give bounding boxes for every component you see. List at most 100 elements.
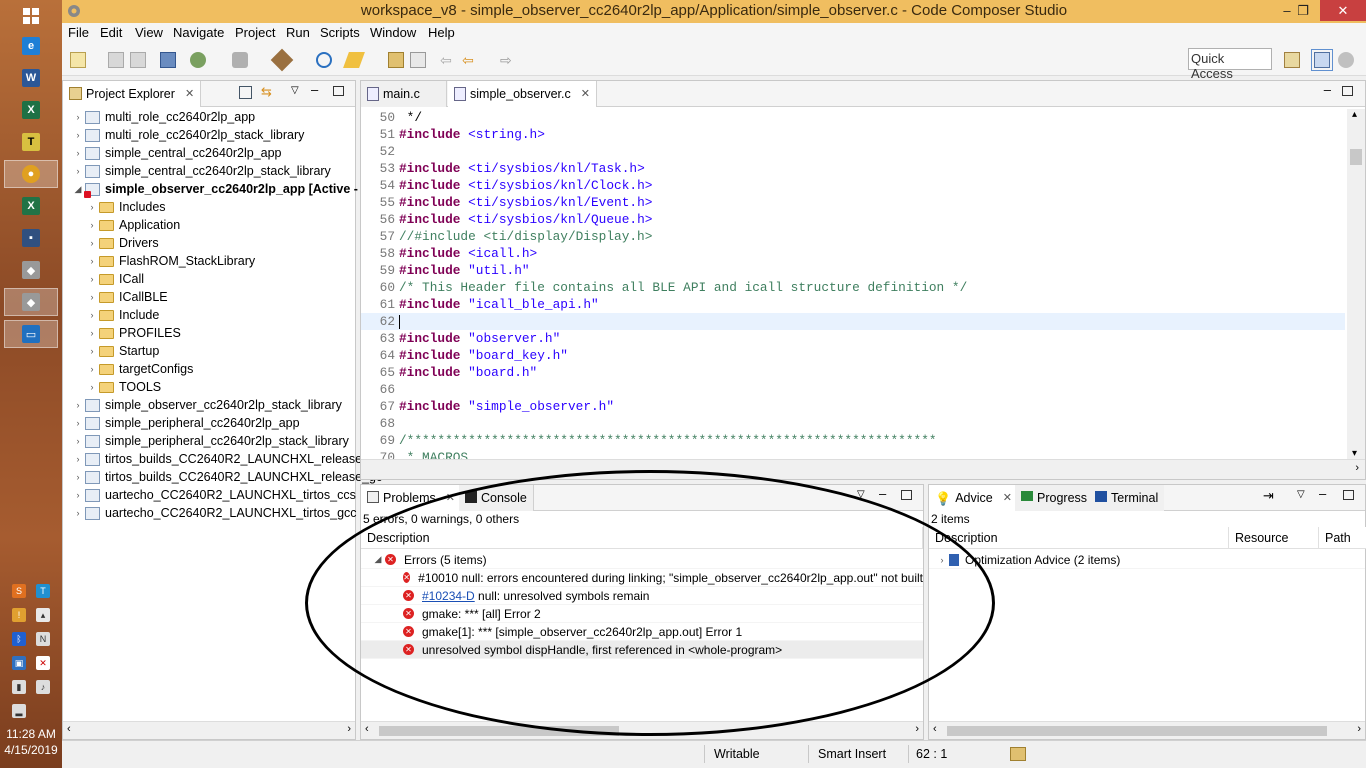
code-line[interactable]: 51 #include <string.h> xyxy=(361,126,1345,143)
scroll-left-icon[interactable]: ‹ xyxy=(365,723,369,735)
collapse-all-icon[interactable] xyxy=(239,86,252,99)
menu-view[interactable]: View xyxy=(135,25,163,40)
pin-view-icon[interactable]: ⇥ xyxy=(1263,488,1274,504)
collapsed-arrow-icon[interactable]: › xyxy=(85,310,99,320)
maximize-view-icon[interactable] xyxy=(333,86,344,96)
problem-row[interactable]: ✕ unresolved symbol dispHandle, first ref… xyxy=(361,641,923,659)
battery-icon[interactable]: ▮ xyxy=(12,680,26,694)
problem-row[interactable]: ✕ #10010 null: errors encountered during … xyxy=(361,569,923,587)
folder-item[interactable]: › targetConfigs xyxy=(63,360,194,378)
scroll-left-icon[interactable]: ‹ xyxy=(67,723,71,735)
maximize-view-icon[interactable] xyxy=(1342,86,1353,96)
collapsed-arrow-icon[interactable]: › xyxy=(85,292,99,302)
taskbar-clock[interactable]: 11:28 AM 4/15/2019 xyxy=(0,726,62,758)
save-icon[interactable] xyxy=(108,52,124,68)
new-icon[interactable] xyxy=(70,52,86,68)
code-line[interactable]: 61 #include "icall_ble_api.h" xyxy=(361,296,1345,313)
ccs-edit-perspective-icon[interactable] xyxy=(1311,49,1333,71)
menu-scripts[interactable]: Scripts xyxy=(320,25,360,40)
volume-icon[interactable]: ♪ xyxy=(36,680,50,694)
terminal-view-icon[interactable] xyxy=(160,52,176,68)
code-line[interactable]: 70 * MACROS xyxy=(361,449,1345,459)
collapsed-arrow-icon[interactable]: › xyxy=(71,472,85,482)
tab-terminal[interactable]: Terminal xyxy=(1089,485,1165,511)
scroll-left-icon[interactable]: ‹ xyxy=(933,723,937,735)
collapsed-arrow-icon[interactable]: › xyxy=(85,328,99,338)
scroll-right-icon[interactable]: › xyxy=(1355,462,1359,474)
column-resource[interactable]: Resource xyxy=(1229,527,1319,549)
scroll-up-icon[interactable]: ▴ xyxy=(1352,109,1357,120)
close-icon[interactable]: ✕ xyxy=(185,87,194,100)
taskbar-excel-button[interactable]: X xyxy=(4,192,58,220)
project-item[interactable]: › simple_observer_cc2640r2lp_stack_librar… xyxy=(63,396,342,414)
save-all-icon[interactable] xyxy=(130,52,146,68)
tab-problems[interactable]: Problems ✕ xyxy=(361,485,463,511)
problem-row[interactable]: ✕ #10234-D null: unresolved symbols remai… xyxy=(361,587,923,605)
collapsed-arrow-icon[interactable]: › xyxy=(71,130,85,140)
open-perspective-icon[interactable] xyxy=(1284,52,1300,68)
taskbar-terminal-button[interactable]: ▪ xyxy=(4,224,58,252)
view-menu-icon[interactable]: ▽ xyxy=(1297,489,1305,500)
menu-project[interactable]: Project xyxy=(235,25,275,40)
project-item[interactable]: › simple_central_cc2640r2lp_app xyxy=(63,144,282,162)
search-icon[interactable] xyxy=(316,52,332,68)
problem-row[interactable]: ✕ gmake: *** [all] Error 2 xyxy=(361,605,923,623)
start-button[interactable] xyxy=(4,2,58,30)
project-item[interactable]: › multi_role_cc2640r2lp_app xyxy=(63,108,256,126)
tab-progress[interactable]: Progress xyxy=(1015,485,1094,511)
folder-item[interactable]: › FlashROM_StackLibrary xyxy=(63,252,256,270)
advice-row[interactable]: › Optimization Advice (2 items) xyxy=(929,551,1365,569)
build-hammer-icon[interactable] xyxy=(270,48,294,72)
code-line[interactable]: 52 xyxy=(361,143,1345,160)
problems-hscroll[interactable]: ‹ › xyxy=(361,721,923,739)
project-item[interactable]: › uartecho_CC2640R2_LAUNCHXL_tirtos_gcc xyxy=(63,504,357,522)
project-item[interactable]: › simple_peripheral_cc2640r2lp_stack_libr… xyxy=(63,432,349,450)
advice-hscroll[interactable]: ‹ › xyxy=(929,721,1365,739)
project-item[interactable]: › uartecho_CC2640R2_LAUNCHXL_tirtos_ccs xyxy=(63,486,356,504)
taskbar-ccs-button[interactable]: ◆ xyxy=(4,288,58,316)
editor-vscroll[interactable]: ▴ ▾ xyxy=(1347,109,1365,459)
code-line[interactable]: 65 #include "board.h" xyxy=(361,364,1345,381)
pin-icon[interactable] xyxy=(343,52,365,68)
close-icon[interactable]: ✕ xyxy=(446,491,455,504)
debug-icon[interactable] xyxy=(190,52,206,68)
quick-access-input[interactable]: Quick Access xyxy=(1188,48,1272,81)
project-item[interactable]: › tirtos_builds_CC2640R2_LAUNCHXL_release… xyxy=(63,450,382,468)
collapsed-arrow-icon[interactable]: › xyxy=(71,490,85,500)
code-line[interactable]: 62 xyxy=(361,313,1345,330)
folder-item[interactable]: › Startup xyxy=(63,342,160,360)
errors-group-row[interactable]: ◢ ✕ Errors (5 items) xyxy=(361,551,923,569)
ime-icon[interactable]: N xyxy=(36,632,50,646)
expanded-arrow-icon[interactable]: ◢ xyxy=(371,554,385,565)
minimize-view-icon[interactable]: – xyxy=(879,486,886,501)
project-item[interactable]: › multi_role_cc2640r2lp_stack_library xyxy=(63,126,305,144)
taskbar-cube-button[interactable]: ◆ xyxy=(4,256,58,284)
collapsed-arrow-icon[interactable]: › xyxy=(71,508,85,518)
bluetooth-icon[interactable]: ᛒ xyxy=(12,632,26,646)
view-menu-icon[interactable]: ▽ xyxy=(291,85,299,96)
close-icon[interactable]: ✕ xyxy=(1003,491,1012,504)
back-icon[interactable]: ⇦ xyxy=(462,52,478,68)
restore-button[interactable]: ❐ xyxy=(1288,0,1318,21)
tab-simple-observer-c[interactable]: simple_observer.c ✕ xyxy=(448,81,597,107)
project-item[interactable]: › simple_central_cc2640r2lp_stack_library xyxy=(63,162,331,180)
editor-hscroll[interactable]: › xyxy=(361,459,1365,479)
menu-navigate[interactable]: Navigate xyxy=(173,25,224,40)
code-line[interactable]: 66 xyxy=(361,381,1345,398)
minimize-view-icon[interactable]: – xyxy=(1324,82,1331,97)
updates-icon[interactable] xyxy=(1010,747,1026,761)
menu-help[interactable]: Help xyxy=(428,25,455,40)
view-menu-icon[interactable]: ▽ xyxy=(857,489,865,500)
scroll-right-icon[interactable]: › xyxy=(1357,723,1361,735)
collapsed-arrow-icon[interactable]: › xyxy=(935,555,949,565)
scroll-thumb[interactable] xyxy=(379,726,619,736)
menu-edit[interactable]: Edit xyxy=(100,25,122,40)
flash-icon[interactable] xyxy=(232,52,248,68)
taskbar-app-button[interactable]: ▭ xyxy=(4,320,58,348)
problem-row[interactable]: ✕ gmake[1]: *** [simple_observer_cc2640r2… xyxy=(361,623,923,641)
menu-run[interactable]: Run xyxy=(286,25,310,40)
code-line[interactable]: 55 #include <ti/sysbios/knl/Event.h> xyxy=(361,194,1345,211)
tab-main-c[interactable]: main.c xyxy=(361,81,447,107)
close-button[interactable]: ✕ xyxy=(1320,0,1366,21)
taskbar-chrome-button[interactable]: ● xyxy=(4,160,58,188)
